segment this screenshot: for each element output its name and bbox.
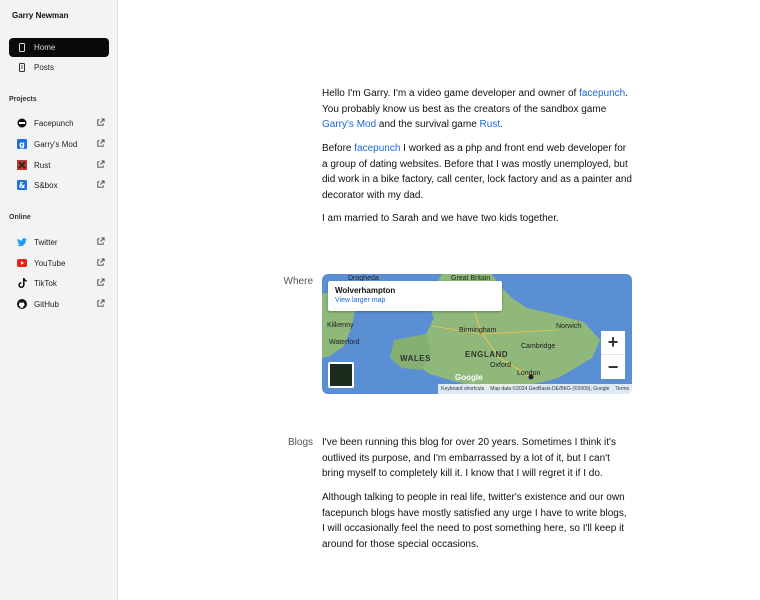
project-link-facepunch[interactable]: Facepunch bbox=[9, 115, 109, 131]
zoom-in-button[interactable]: + bbox=[601, 331, 625, 355]
map-label-waterford: Waterford bbox=[329, 339, 360, 346]
project-label: Garry's Mod bbox=[34, 139, 78, 149]
blogs-label: Blogs bbox=[287, 437, 313, 448]
facepunch-link-2[interactable]: facepunch bbox=[354, 143, 400, 154]
project-link-rust[interactable]: Rust bbox=[9, 157, 109, 173]
map-label-england: ENGLAND bbox=[465, 350, 509, 359]
home-icon bbox=[17, 43, 27, 53]
rust-icon bbox=[17, 160, 27, 170]
external-link-icon bbox=[97, 180, 105, 188]
sbox-icon: & bbox=[17, 180, 27, 190]
external-link-icon bbox=[97, 278, 105, 286]
map-type-toggle[interactable] bbox=[328, 362, 354, 388]
project-label: Facepunch bbox=[34, 118, 74, 128]
project-label: S&box bbox=[34, 180, 58, 190]
blogs-paragraph-2: Although talking to people in real life,… bbox=[322, 492, 627, 550]
google-logo: Google bbox=[455, 373, 483, 382]
where-label: Where bbox=[283, 276, 313, 287]
external-link-icon bbox=[97, 258, 105, 266]
map-label-london: London bbox=[517, 370, 541, 377]
project-link-garrys-mod[interactable]: g Garry's Mod bbox=[9, 136, 109, 152]
zoom-out-button[interactable]: − bbox=[601, 355, 625, 379]
map-place-name: Wolverhampton bbox=[335, 286, 396, 295]
external-link-icon bbox=[97, 118, 105, 126]
intro-paragraph-3: I am married to Sarah and we have two ki… bbox=[322, 213, 559, 224]
site-title[interactable]: Garry Newman bbox=[12, 11, 68, 20]
online-link-tiktok[interactable]: TikTok bbox=[9, 275, 109, 291]
external-link-icon bbox=[97, 299, 105, 307]
facepunch-link[interactable]: facepunch bbox=[579, 88, 625, 99]
online-label: TikTok bbox=[34, 278, 57, 288]
nav-item-home[interactable]: Home bbox=[9, 38, 109, 57]
projects-section-label: Projects bbox=[9, 96, 37, 103]
map-label-cambridge: Cambridge bbox=[521, 343, 556, 350]
map-label-kilkenny: Kilkenny bbox=[327, 322, 354, 329]
terms-link[interactable]: Terms bbox=[615, 386, 629, 392]
project-label: Rust bbox=[34, 160, 51, 170]
external-link-icon bbox=[97, 139, 105, 147]
intro-paragraph-2: Before facepunch I worked as a php and f… bbox=[322, 143, 632, 201]
online-link-twitter[interactable]: Twitter bbox=[9, 234, 109, 250]
svg-text:g: g bbox=[19, 140, 25, 149]
keyboard-shortcuts-link[interactable]: Keyboard shortcuts bbox=[441, 386, 484, 392]
online-label: YouTube bbox=[34, 258, 66, 268]
location-map[interactable]: Drogheda Great Britain Kilkenny Waterfor… bbox=[322, 274, 632, 394]
intro-paragraph-1: Hello I'm Garry. I'm a video game develo… bbox=[322, 88, 629, 130]
twitter-icon bbox=[17, 237, 27, 247]
youtube-icon bbox=[17, 258, 27, 268]
online-link-github[interactable]: GitHub bbox=[9, 296, 109, 312]
map-label-oxford: Oxford bbox=[490, 362, 512, 369]
external-link-icon bbox=[97, 237, 105, 245]
online-label: GitHub bbox=[34, 299, 59, 309]
external-link-icon bbox=[97, 160, 105, 168]
online-label: Twitter bbox=[34, 237, 58, 247]
map-footer: Keyboard shortcuts Map data ©2024 GeoBas… bbox=[438, 384, 632, 394]
map-place-card: Wolverhampton View larger map bbox=[328, 281, 502, 311]
nav-item-posts[interactable]: Posts bbox=[9, 58, 109, 77]
github-icon bbox=[17, 299, 27, 309]
facepunch-icon bbox=[17, 118, 27, 128]
project-link-sbox[interactable]: & S&box bbox=[9, 177, 109, 193]
posts-icon bbox=[17, 63, 27, 73]
blogs-paragraph-1: I've been running this blog for over 20 … bbox=[322, 437, 616, 479]
nav-item-home-label: Home bbox=[34, 43, 56, 52]
map-label-wales: WALES bbox=[400, 354, 431, 363]
garrys-mod-link[interactable]: Garry's Mod bbox=[322, 119, 376, 130]
rust-link[interactable]: Rust bbox=[480, 119, 501, 130]
sidebar: Garry Newman Home Posts Projects Facepun… bbox=[0, 0, 118, 600]
tiktok-icon bbox=[17, 278, 27, 288]
svg-text:&: & bbox=[19, 181, 26, 190]
map-label-birmingham: Birmingham bbox=[459, 327, 497, 334]
garrys-mod-icon: g bbox=[17, 139, 27, 149]
map-data-attribution: Map data ©2024 GeoBasis-DE/BKG (©2009), … bbox=[490, 386, 610, 392]
online-link-youtube[interactable]: YouTube bbox=[9, 255, 109, 271]
map-label-norwich: Norwich bbox=[556, 323, 582, 330]
online-section-label: Online bbox=[9, 214, 31, 221]
view-larger-map-link[interactable]: View larger map bbox=[335, 297, 495, 304]
nav-item-posts-label: Posts bbox=[34, 63, 55, 72]
